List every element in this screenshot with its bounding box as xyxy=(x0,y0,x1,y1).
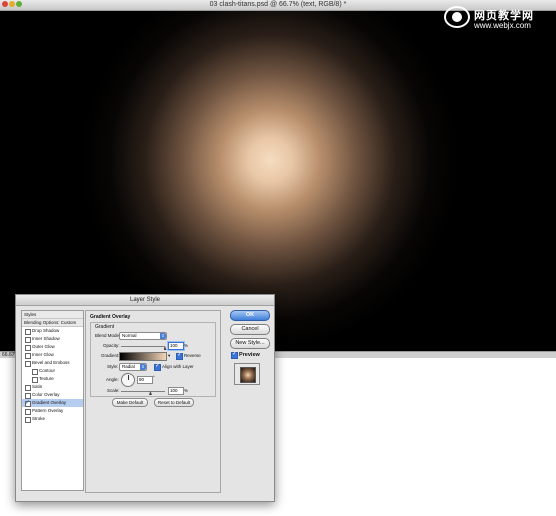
styles-list-item-label: Contour xyxy=(39,368,56,373)
style-preview-swatch xyxy=(240,367,256,383)
opacity-slider[interactable] xyxy=(121,346,165,347)
styles-list-item-color-overlay[interactable]: Color Overlay xyxy=(22,391,83,399)
gradient-swatch[interactable] xyxy=(119,352,167,361)
make-default-button[interactable]: Make Default xyxy=(112,398,148,407)
align-with-layer-checkbox[interactable] xyxy=(154,362,161,371)
logo-mark-icon xyxy=(444,6,470,28)
preview-checkbox[interactable] xyxy=(231,350,238,359)
opacity-unit: % xyxy=(184,343,189,348)
styles-list-item-stroke[interactable]: Stroke xyxy=(22,415,83,423)
blend-mode-label: Blend Mode: xyxy=(95,333,121,338)
style-select[interactable]: Radial ⇕ xyxy=(119,363,147,371)
reset-to-default-button[interactable]: Reset to Default xyxy=(154,398,194,407)
angle-unit: ° xyxy=(153,375,155,380)
styles-list-item-satin[interactable]: Satin xyxy=(22,383,83,391)
styles-list-item-label: Inner Shadow xyxy=(32,336,60,341)
preview-label: Preview xyxy=(239,352,260,358)
stroke-checkbox[interactable] xyxy=(25,417,31,423)
styles-list-item-label: Inner Glow xyxy=(32,352,54,357)
reverse-label: Reverse xyxy=(184,353,201,358)
styles-list-item-drop-shadow[interactable]: Drop Shadow xyxy=(22,327,83,335)
style-label: Style: xyxy=(107,364,119,369)
styles-list-item-label: Drop Shadow xyxy=(32,328,60,333)
styles-list-item-bevel-emboss[interactable]: Bevel and Emboss xyxy=(22,359,83,367)
scale-input[interactable]: 100 xyxy=(168,387,184,395)
chevron-down-icon[interactable]: ▾ xyxy=(168,353,170,359)
dialog-title: Layer Style xyxy=(129,297,160,303)
ok-button[interactable]: OK xyxy=(230,310,270,321)
reverse-checkbox[interactable] xyxy=(176,351,183,360)
angle-label: Angle: xyxy=(106,377,119,382)
angle-input[interactable]: 90 xyxy=(137,376,153,384)
new-style-button[interactable]: New Style... xyxy=(230,338,270,349)
chevron-updown-icon: ⇕ xyxy=(160,333,166,339)
scale-unit: % xyxy=(184,388,189,393)
gradient-group: Gradient Blend Mode: Normal ⇕ Opacity: 1… xyxy=(90,322,216,397)
cancel-button[interactable]: Cancel xyxy=(230,324,270,335)
styles-list-item-gradient-overlay[interactable]: Gradient Overlay xyxy=(22,399,83,407)
watermark-logo: 网页教学网 www.webjx.com xyxy=(444,4,554,32)
styles-list-item-label: Color Overlay xyxy=(32,392,60,397)
styles-list-item-label: Satin xyxy=(32,384,43,389)
scale-label: Scale: xyxy=(107,388,120,393)
gradient-overlay-panel: Gradient Overlay Gradient Blend Mode: No… xyxy=(85,310,221,493)
styles-list-item-pattern-overlay[interactable]: Pattern Overlay xyxy=(22,407,83,415)
styles-list-item-texture[interactable]: Texture xyxy=(22,375,83,383)
align-with-layer-label: Align with Layer xyxy=(162,364,194,369)
chevron-updown-icon: ⇕ xyxy=(140,364,146,370)
style-preview-thumbnail xyxy=(234,363,260,385)
styles-list-item-label: Stroke xyxy=(32,416,46,421)
styles-list-item-outer-glow[interactable]: Outer Glow xyxy=(22,343,83,351)
styles-list-item-label: Blending Options: Custom xyxy=(24,320,77,325)
styles-list-header[interactable]: Styles xyxy=(22,311,83,319)
gradient-label: Gradient: xyxy=(101,353,120,358)
styles-list-item-label: Styles xyxy=(24,312,37,317)
styles-list-item-label: Outer Glow xyxy=(32,344,55,349)
section-title: Gradient Overlay xyxy=(90,314,131,320)
angle-dial-needle xyxy=(128,375,129,380)
styles-list-item-inner-shadow[interactable]: Inner Shadow xyxy=(22,335,83,343)
styles-list-item-contour[interactable]: Contour xyxy=(22,367,83,375)
style-value: Radial xyxy=(122,364,135,369)
styles-list-blending-options[interactable]: Blending Options: Custom xyxy=(22,319,83,327)
group-title: Gradient xyxy=(95,324,115,330)
styles-list-item-inner-glow[interactable]: Inner Glow xyxy=(22,351,83,359)
styles-list-item-label: Texture xyxy=(39,376,54,381)
angle-dial[interactable] xyxy=(121,373,135,387)
styles-list: Styles Blending Options: Custom Drop Sha… xyxy=(21,310,84,491)
styles-list-item-label: Bevel and Emboss xyxy=(32,360,70,365)
styles-list-item-label: Gradient Overlay xyxy=(32,400,67,405)
dialog-titlebar[interactable]: Layer Style xyxy=(16,295,274,306)
opacity-input[interactable]: 100 xyxy=(168,342,184,350)
blend-mode-value: Normal xyxy=(122,333,137,338)
scale-slider[interactable] xyxy=(121,391,165,392)
layer-style-dialog: Layer Style Styles Blending Options: Cus… xyxy=(15,294,275,502)
blend-mode-select[interactable]: Normal ⇕ xyxy=(119,332,167,340)
watermark-url: www.webjx.com xyxy=(474,21,531,30)
opacity-label: Opacity: xyxy=(103,343,120,348)
styles-list-item-label: Pattern Overlay xyxy=(32,408,64,413)
